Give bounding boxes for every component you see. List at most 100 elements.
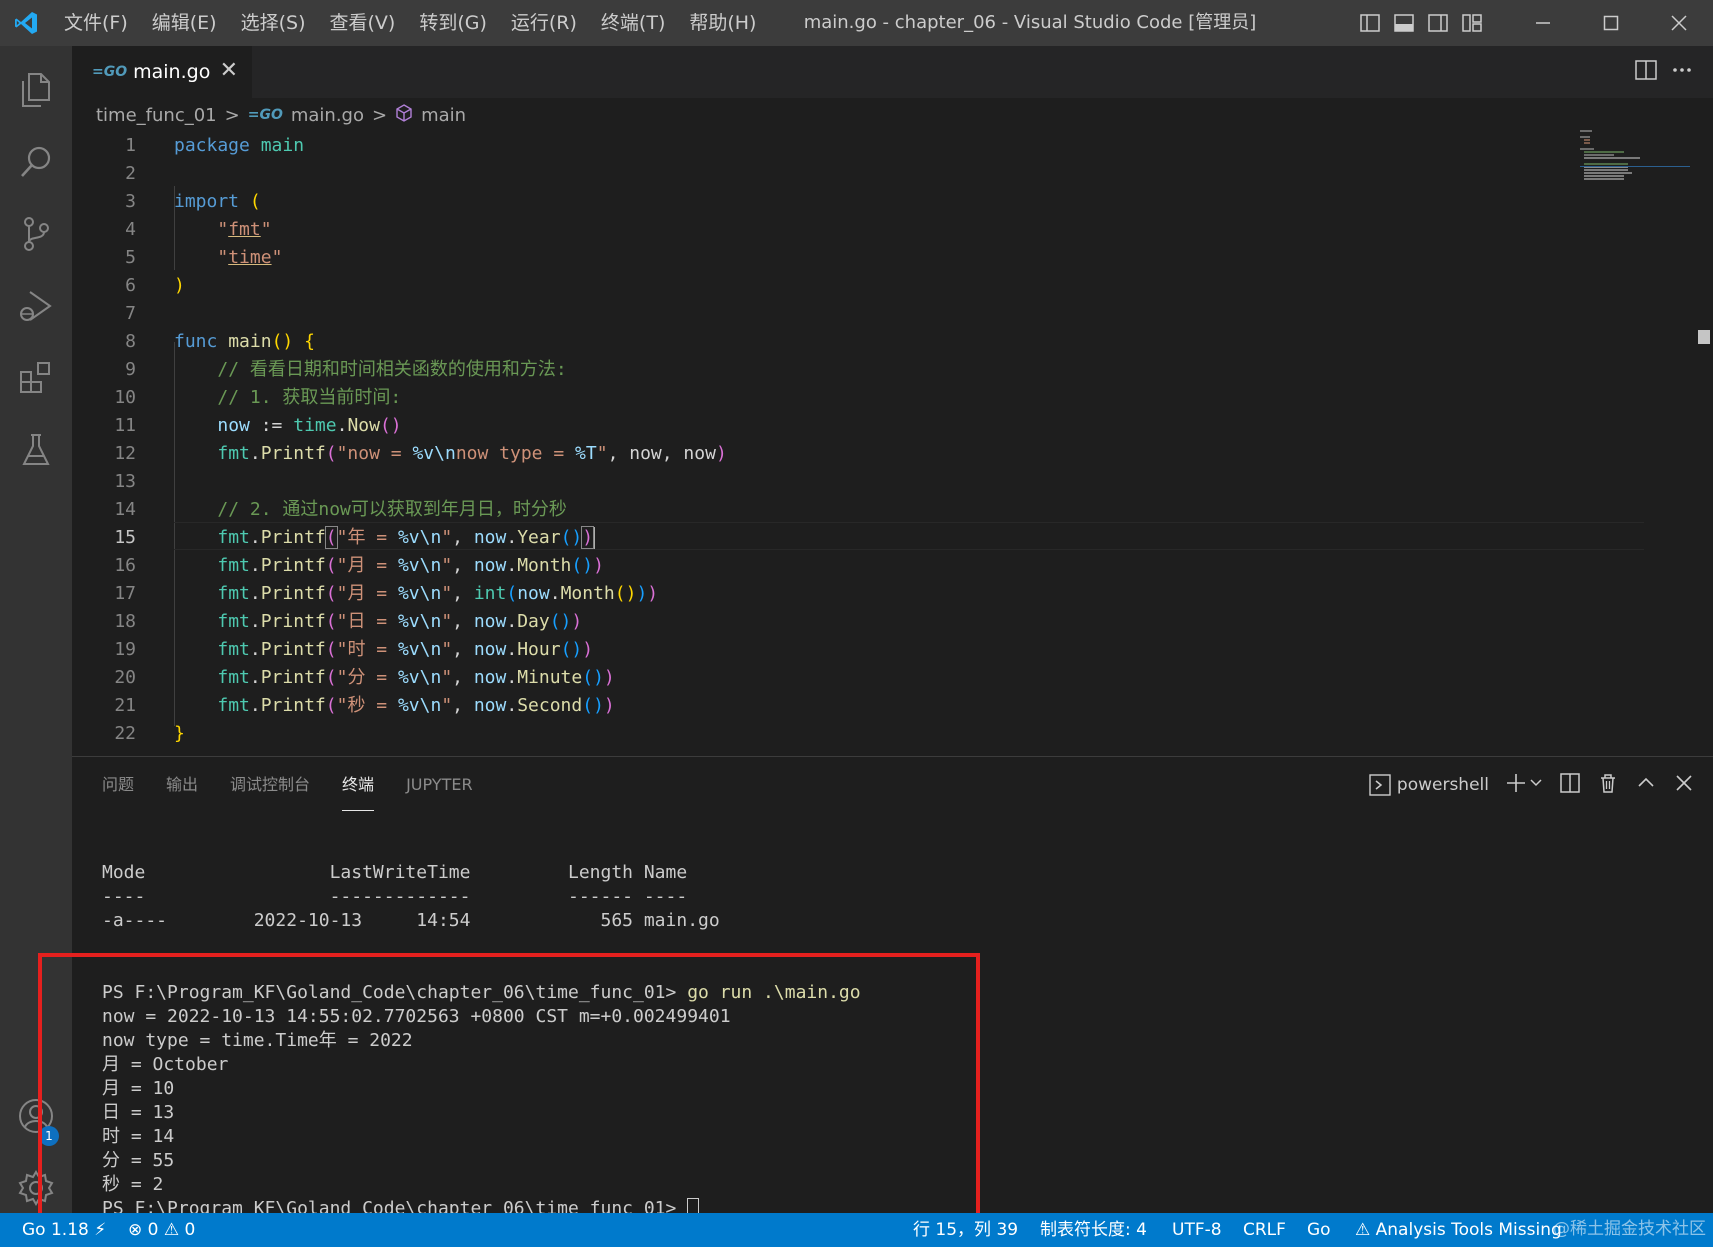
window-title: main.go - chapter_06 - Visual Studio Cod… bbox=[803, 12, 1257, 33]
terminal-output[interactable]: Mode LastWriteTime Length Name ---- ----… bbox=[102, 757, 1682, 1220]
line-number: 22 bbox=[114, 723, 136, 744]
dot: . bbox=[506, 611, 518, 632]
comma: , bbox=[452, 667, 474, 688]
string: " bbox=[441, 639, 453, 660]
string: " bbox=[217, 219, 229, 240]
package-ref: fmt bbox=[217, 443, 250, 464]
lightning-icon: ⚡ bbox=[94, 1220, 107, 1240]
watermark: @稀土掘金技术社区 bbox=[1553, 1219, 1706, 1239]
accounts-icon[interactable]: 1 bbox=[0, 1080, 72, 1152]
close-window-icon[interactable] bbox=[1645, 0, 1713, 46]
comma: , bbox=[452, 583, 474, 604]
breadcrumb-separator: > bbox=[224, 104, 240, 126]
analysis-tools[interactable]: ⚠ Analysis Tools Missing bbox=[1355, 1213, 1562, 1247]
menu-file[interactable]: 文件(F) bbox=[52, 0, 140, 46]
code-line: 2 bbox=[72, 160, 1572, 188]
dot: . bbox=[249, 583, 261, 604]
package-ref: time bbox=[293, 415, 337, 436]
encoding[interactable]: UTF-8 bbox=[1172, 1213, 1222, 1247]
accounts-badge: 1 bbox=[39, 1126, 59, 1146]
string: = bbox=[365, 611, 398, 632]
source-control-icon[interactable] bbox=[0, 198, 72, 270]
search-icon[interactable] bbox=[0, 126, 72, 198]
dot: . bbox=[249, 667, 261, 688]
function-call: Printf bbox=[260, 695, 326, 716]
title-actions bbox=[1353, 0, 1713, 46]
testing-flask-icon[interactable] bbox=[0, 414, 72, 486]
line-ending[interactable]: CRLF bbox=[1243, 1213, 1286, 1247]
bracket: ) bbox=[174, 275, 185, 296]
variable: now bbox=[217, 415, 250, 436]
breadcrumb: time_func_01 > =GO main.go > main bbox=[96, 100, 466, 130]
string: now type = bbox=[455, 443, 576, 464]
menu-edit[interactable]: 编辑(E) bbox=[140, 0, 229, 46]
menu-run[interactable]: 运行(R) bbox=[499, 0, 589, 46]
dot: . bbox=[249, 527, 261, 548]
breadcrumb-file[interactable]: main.go bbox=[291, 105, 364, 126]
run-debug-icon[interactable] bbox=[0, 270, 72, 342]
arguments: , now, now bbox=[607, 443, 716, 464]
line-number: 13 bbox=[114, 471, 136, 492]
string: " bbox=[336, 667, 348, 688]
package-ref: fmt bbox=[217, 611, 250, 632]
code-editor[interactable]: 1 package main 2 3 import ( 4 "fmt" 5 "tim… bbox=[72, 130, 1713, 756]
language-mode[interactable]: Go bbox=[1307, 1213, 1331, 1247]
string: " bbox=[336, 583, 348, 604]
format-verb: %v\n bbox=[397, 527, 442, 548]
dot: . bbox=[549, 583, 561, 604]
string: " bbox=[336, 555, 348, 576]
warning-count: 0 bbox=[184, 1220, 196, 1240]
terminal-line: Mode LastWriteTime Length Name bbox=[102, 862, 688, 883]
breadcrumb-symbol[interactable]: main bbox=[421, 105, 466, 126]
terminal-command: go run .\main.go bbox=[687, 982, 861, 1003]
problems-summary[interactable]: ⊗ 0 ⚠ 0 bbox=[128, 1213, 195, 1247]
close-tab-icon[interactable]: ✕ bbox=[220, 58, 238, 83]
string: " bbox=[271, 247, 283, 268]
line-number: 18 bbox=[114, 611, 136, 632]
function-call: Hour bbox=[517, 639, 561, 660]
toggle-primary-sidebar-icon[interactable] bbox=[1353, 0, 1387, 46]
split-editor-icon[interactable] bbox=[1635, 60, 1657, 84]
bracket: { bbox=[304, 331, 315, 352]
terminal-line: now type = time.Time年 = 2022 bbox=[102, 1030, 413, 1051]
variable: now bbox=[473, 695, 507, 716]
function-call: Printf bbox=[260, 667, 326, 688]
explorer-icon[interactable] bbox=[0, 54, 72, 126]
menu-help[interactable]: 帮助(H) bbox=[677, 0, 768, 46]
code-line: 7 bbox=[72, 300, 1572, 328]
bracket: () bbox=[271, 331, 294, 352]
analysis-label: Analysis Tools Missing bbox=[1375, 1220, 1562, 1240]
go-version[interactable]: Go 1.18 ⚡ bbox=[22, 1213, 106, 1247]
menu-view[interactable]: 查看(V) bbox=[318, 0, 408, 46]
menu-terminal[interactable]: 终端(T) bbox=[589, 0, 677, 46]
function-call: Printf bbox=[260, 527, 326, 548]
go-file-icon: =GO bbox=[247, 107, 283, 123]
string: = bbox=[365, 583, 398, 604]
tab-size[interactable]: 制表符长度: 4 bbox=[1040, 1213, 1147, 1247]
code-line: 13 bbox=[72, 468, 1572, 496]
bracket: ( bbox=[325, 583, 337, 604]
tab-main-go[interactable]: =GO main.go ✕ bbox=[72, 46, 252, 98]
toggle-secondary-sidebar-icon[interactable] bbox=[1421, 0, 1455, 46]
toggle-panel-icon[interactable] bbox=[1387, 0, 1421, 46]
text-cursor bbox=[593, 527, 596, 549]
editor-tab-bar: =GO main.go ✕ bbox=[72, 46, 1713, 98]
bracket: ( bbox=[325, 695, 337, 716]
string: " bbox=[260, 219, 272, 240]
format-verb: %v\n bbox=[397, 639, 442, 660]
code-line: 10 // 1. 获取当前时间: bbox=[72, 384, 1572, 412]
more-actions-icon[interactable] bbox=[1671, 60, 1693, 84]
breadcrumb-folder[interactable]: time_func_01 bbox=[96, 105, 217, 126]
minimap[interactable] bbox=[1580, 130, 1690, 190]
string: 月 bbox=[347, 555, 366, 576]
menu-selection[interactable]: 选择(S) bbox=[229, 0, 318, 46]
menu-go[interactable]: 转到(G) bbox=[407, 0, 499, 46]
cursor-position[interactable]: 行 15，列 39 bbox=[913, 1213, 1018, 1247]
customize-layout-icon[interactable] bbox=[1455, 0, 1489, 46]
terminal-line: 月 = October bbox=[102, 1054, 229, 1075]
dot: . bbox=[249, 611, 261, 632]
extensions-icon[interactable] bbox=[0, 342, 72, 414]
minimize-icon[interactable] bbox=[1509, 0, 1577, 46]
maximize-icon[interactable] bbox=[1577, 0, 1645, 46]
code-line: 4 "fmt" bbox=[72, 216, 1572, 244]
